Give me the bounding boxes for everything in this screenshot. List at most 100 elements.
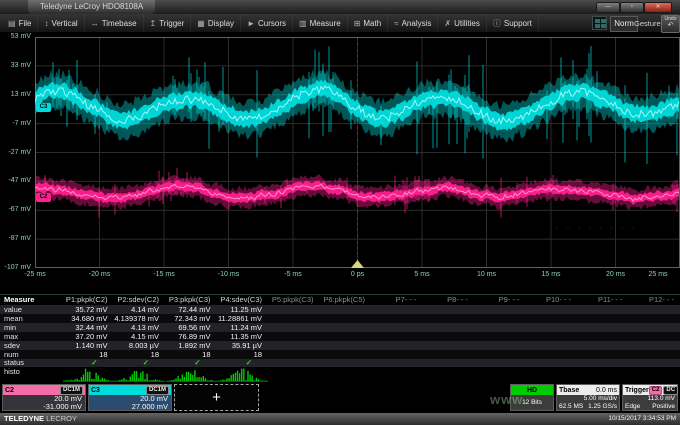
measure-cell: 37.20 mV bbox=[62, 332, 114, 341]
add-trace-button[interactable]: + bbox=[174, 384, 259, 411]
measure-table-title: Measure bbox=[0, 295, 62, 305]
measure-cell bbox=[526, 367, 578, 383]
menu-item-display[interactable]: ▦Display bbox=[191, 14, 241, 32]
measure-col-header[interactable]: P7- - - bbox=[371, 295, 423, 305]
measure-cell: 8.003 µV bbox=[114, 341, 166, 350]
measure-cell bbox=[474, 359, 526, 367]
measure-cell bbox=[320, 332, 372, 341]
measure-cell bbox=[526, 350, 578, 359]
c2-zero-marker[interactable]: C2 bbox=[36, 193, 51, 202]
measure-col-header[interactable]: P10- - - bbox=[526, 295, 578, 305]
measure-col-header[interactable]: P12- - - bbox=[629, 295, 680, 305]
measure-cell bbox=[577, 359, 629, 367]
measure-col-header[interactable]: P2:sdev(C2) bbox=[114, 295, 166, 305]
measure-cell bbox=[423, 332, 475, 341]
display-icon: ▦ bbox=[197, 19, 205, 28]
brand-teledyne: TELEDYNE bbox=[4, 414, 44, 423]
utilities-icon: ✗ bbox=[444, 19, 451, 28]
measure-cell: 1.140 mV bbox=[62, 341, 114, 350]
undo-button[interactable]: Undo ↶ bbox=[661, 15, 680, 33]
measure-cell: 35.91 µV bbox=[217, 341, 269, 350]
measure-cell bbox=[526, 323, 578, 332]
menu-item-label: Vertical bbox=[51, 19, 77, 28]
menu-item-label: Utilities bbox=[454, 19, 480, 28]
measure-cell bbox=[577, 332, 629, 341]
close-button[interactable]: ✕ bbox=[644, 2, 672, 13]
measure-cell bbox=[371, 305, 423, 314]
channel-box-c2[interactable]: C2 DC1M 20.0 mV -31.000 mV bbox=[2, 384, 86, 411]
measure-cell bbox=[423, 350, 475, 359]
x-axis-label: 20 ms bbox=[596, 271, 636, 278]
quad-grid-button[interactable] bbox=[592, 16, 607, 30]
measure-row-label: sdev bbox=[0, 341, 62, 350]
measure-cell bbox=[371, 350, 423, 359]
timebase-box[interactable]: Tbase 0.0 ms 5.00 ms/div 62.5 MS 1.25 GS… bbox=[556, 384, 620, 411]
tbase-offset: 0.0 ms bbox=[596, 387, 617, 394]
measure-cell bbox=[577, 350, 629, 359]
oscilloscope-app: Teledyne LeCroy HDO8108A — ▫ ✕ ▤File↕Ver… bbox=[0, 0, 680, 425]
measure-cell bbox=[423, 305, 475, 314]
menu-item-utilities[interactable]: ✗Utilities bbox=[438, 14, 486, 32]
measure-cell: 69.56 mV bbox=[165, 323, 217, 332]
measure-cell bbox=[371, 314, 423, 323]
measure-cell bbox=[320, 314, 372, 323]
measure-cell bbox=[423, 314, 475, 323]
measure-cell bbox=[474, 350, 526, 359]
measure-cell: 18 bbox=[62, 350, 114, 359]
measure-cell: 72.44 mV bbox=[165, 305, 217, 314]
channel-c2-offset: -31.000 mV bbox=[6, 403, 82, 411]
measure-col-header[interactable]: P9- - - bbox=[474, 295, 526, 305]
measure-col-header[interactable]: P5:pkpk(C3) bbox=[268, 295, 320, 305]
measure-cell bbox=[629, 367, 680, 383]
menu-item-measure[interactable]: ▥Measure bbox=[293, 14, 348, 32]
measure-col-header[interactable]: P1:pkpk(C2) bbox=[62, 295, 114, 305]
x-axis-label: -10 ms bbox=[209, 271, 249, 278]
measure-col-header[interactable]: P6:pkpk(C5) bbox=[320, 295, 372, 305]
menu-item-label: Display bbox=[208, 19, 234, 28]
menu-item-vertical[interactable]: ↕Vertical bbox=[38, 14, 84, 32]
c3-zero-marker[interactable]: C3 bbox=[36, 103, 51, 112]
measure-histogram bbox=[114, 367, 166, 383]
waveform-display[interactable] bbox=[35, 37, 680, 268]
trigger-box[interactable]: Trigger C2 DC 113.0 mV Edge Positive bbox=[622, 384, 678, 411]
menu-item-timebase[interactable]: ↔Timebase bbox=[85, 14, 144, 32]
menu-item-file[interactable]: ▤File bbox=[2, 14, 38, 32]
timebase-icon: ↔ bbox=[91, 19, 99, 28]
measure-cell bbox=[577, 314, 629, 323]
y-axis-label: -47 mV bbox=[0, 177, 31, 184]
status-check-icon: ✓ bbox=[114, 359, 166, 367]
tbase-scale: 5.00 ms/div bbox=[559, 395, 617, 403]
measure-cell bbox=[268, 323, 320, 332]
measure-row-label: max bbox=[0, 332, 62, 341]
y-axis-label: -7 mV bbox=[0, 120, 31, 127]
measure-cell bbox=[371, 359, 423, 367]
timestamp: 10/15/2017 3:34:53 PM bbox=[608, 413, 676, 425]
measure-col-header[interactable]: P4:sdev(C3) bbox=[217, 295, 269, 305]
channel-box-c3[interactable]: C3 DC1M 20.0 mV 27.000 mV bbox=[88, 384, 172, 411]
menu-item-label: Measure bbox=[310, 19, 341, 28]
hd-box[interactable]: HD 12 Bits bbox=[510, 384, 554, 411]
menu-item-math[interactable]: ⊞Math bbox=[348, 14, 389, 32]
measure-row-label: status bbox=[0, 359, 62, 367]
measure-cell bbox=[526, 341, 578, 350]
x-axis-label: 25 ms bbox=[638, 271, 678, 278]
measure-col-header[interactable]: P8- - - bbox=[423, 295, 475, 305]
measure-cell: 72.343 mV bbox=[165, 314, 217, 323]
measure-col-header[interactable]: P3:pkpk(C3) bbox=[165, 295, 217, 305]
menu-item-cursors[interactable]: ►Cursors bbox=[241, 14, 293, 32]
minimize-button[interactable]: — bbox=[596, 2, 620, 13]
menu-item-support[interactable]: ⓘSupport bbox=[487, 14, 539, 32]
menu-item-label: Cursors bbox=[258, 19, 286, 28]
measure-cell bbox=[474, 305, 526, 314]
measure-cell bbox=[371, 341, 423, 350]
measure-cell: 11.24 mV bbox=[217, 323, 269, 332]
status-check-icon: ✓ bbox=[165, 359, 217, 367]
x-axis-label: -15 ms bbox=[144, 271, 184, 278]
measure-cell bbox=[629, 314, 680, 323]
menu-bar: ▤File↕Vertical↔Timebase↥Trigger▦Display►… bbox=[0, 14, 680, 33]
measure-col-header[interactable]: P11- - - bbox=[577, 295, 629, 305]
maximize-button[interactable]: ▫ bbox=[620, 2, 644, 13]
menu-item-analysis[interactable]: ≈Analysis bbox=[388, 14, 438, 32]
menu-item-trigger[interactable]: ↥Trigger bbox=[144, 14, 192, 32]
channel-c2-name: C2 bbox=[5, 387, 14, 394]
